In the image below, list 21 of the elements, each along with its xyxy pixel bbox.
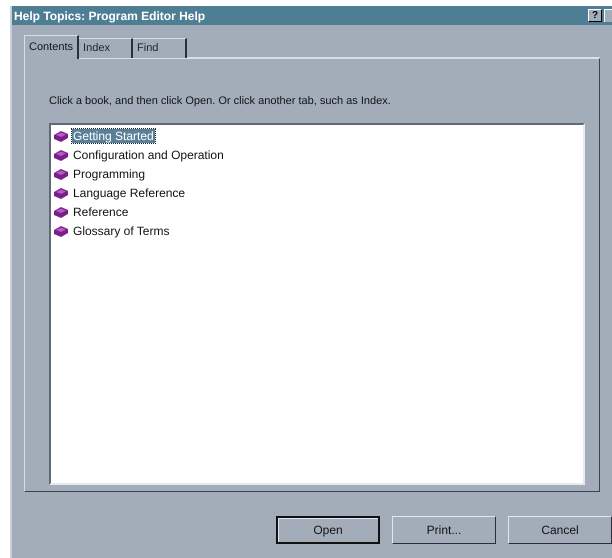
dialog-button[interactable]: Cancel [508, 516, 612, 544]
topic-item[interactable]: Getting Started [72, 129, 155, 143]
help-button[interactable]: ? [588, 9, 602, 22]
dialog-button[interactable]: Open [276, 516, 380, 544]
topic-item[interactable]: Configuration and Operation [72, 148, 225, 162]
book-icon [53, 224, 69, 238]
topic-item[interactable]: Language Reference [72, 186, 186, 200]
book-icon [53, 206, 69, 218]
dialog-button[interactable]: Print... [392, 516, 496, 544]
instruction-text: Click a book, and then click Open. Or click another tab, such as Index. [49, 94, 392, 109]
tab[interactable]: Contents [24, 35, 80, 59]
book-icon [53, 186, 69, 200]
topic-item[interactable]: Programming [72, 167, 146, 181]
topic-item[interactable]: Glossary of Terms [72, 224, 170, 238]
window-title: Help Topics: Program Editor Help [14, 8, 206, 24]
topic-item[interactable]: Reference [72, 205, 130, 219]
book-icon [53, 148, 69, 162]
book-icon [53, 130, 69, 142]
tab[interactable]: Index [79, 38, 134, 58]
book-icon [53, 168, 69, 180]
tab[interactable]: Find [133, 38, 188, 58]
